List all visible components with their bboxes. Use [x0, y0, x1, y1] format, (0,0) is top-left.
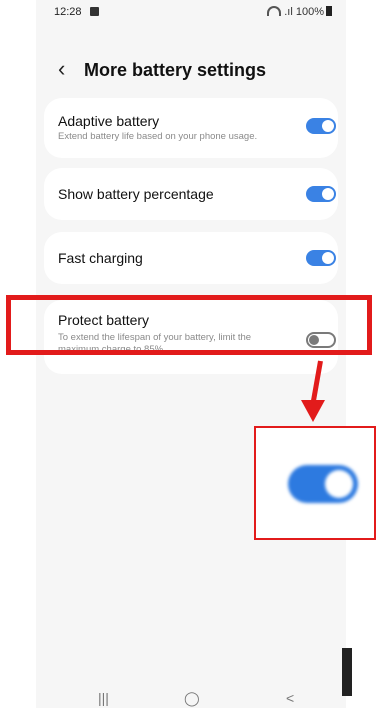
status-time: 12:28 — [54, 6, 82, 18]
bottom-nav: ||| ◯ < — [36, 690, 346, 708]
home-button[interactable]: ◯ — [184, 690, 200, 707]
signal-icon: .ıl — [284, 6, 296, 18]
zoomed-toggle-on — [288, 465, 358, 503]
highlight-box — [6, 295, 372, 355]
header: ‹ More battery settings — [36, 56, 346, 86]
zoomed-toggle-knob — [325, 470, 353, 498]
page-title: More battery settings — [84, 60, 267, 80]
setting-adaptive-battery[interactable]: Adaptive battery Extend battery life bas… — [44, 98, 338, 158]
battery-percent: 100% — [295, 6, 324, 18]
setting-title: Show battery percentage — [58, 186, 214, 202]
toggle-knob — [322, 252, 334, 264]
annotation-arrow-head — [301, 400, 325, 422]
back-button[interactable]: < — [286, 690, 294, 706]
status-right: .ıl 100% — [267, 6, 332, 18]
battery-icon — [326, 6, 332, 16]
setting-show-battery-percentage[interactable]: Show battery percentage — [44, 168, 338, 220]
notification-icon — [90, 7, 99, 16]
back-arrow-icon[interactable]: ‹ — [58, 58, 65, 80]
zoomed-toggle-callout — [254, 426, 376, 540]
toggle-knob — [322, 120, 334, 132]
status-bar: 12:28 .ıl 100% — [36, 0, 346, 26]
recents-button[interactable]: ||| — [98, 690, 109, 706]
overlay-strip — [342, 648, 352, 696]
show-percentage-toggle[interactable] — [306, 186, 336, 202]
fast-charging-toggle[interactable] — [306, 250, 336, 266]
setting-subtitle: Extend battery life based on your phone … — [58, 131, 258, 142]
wifi-icon — [267, 6, 282, 16]
setting-fast-charging[interactable]: Fast charging — [44, 232, 338, 284]
adaptive-battery-toggle[interactable] — [306, 118, 336, 134]
setting-title: Adaptive battery — [58, 113, 160, 129]
toggle-knob — [322, 188, 334, 200]
setting-title: Fast charging — [58, 250, 143, 266]
